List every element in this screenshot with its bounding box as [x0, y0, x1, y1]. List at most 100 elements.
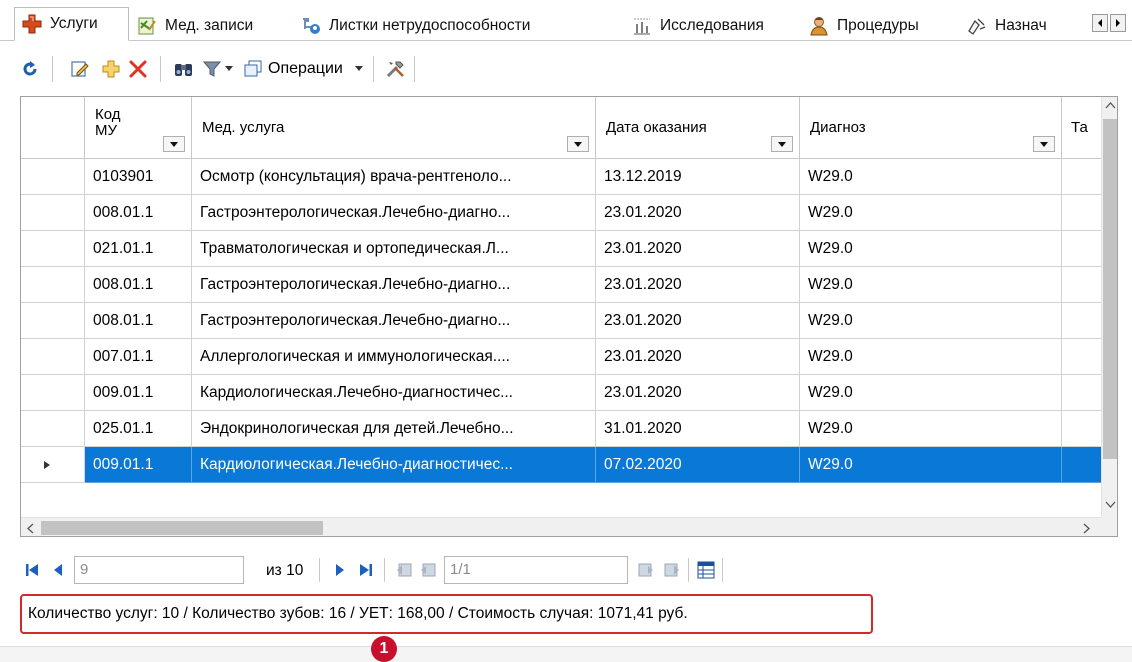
row-header[interactable] [21, 159, 85, 195]
search-button[interactable] [170, 55, 198, 83]
refresh-button[interactable] [16, 55, 44, 83]
cell-diagnosis[interactable]: W29.0 [800, 231, 1062, 267]
cell-code[interactable]: 021.01.1 [85, 231, 192, 267]
table-row[interactable]: 008.01.1 Гастроэнтерологическая.Лечебно-д… [21, 195, 1101, 231]
operations-menu-button[interactable]: Операции [244, 54, 363, 84]
last-record-button[interactable] [356, 558, 376, 582]
cell-date[interactable]: 23.01.2020 [596, 231, 800, 267]
column-header-code[interactable]: Код МУ [85, 97, 192, 159]
cell-service[interactable]: Эндокринологическая для детей.Лечебно... [192, 411, 596, 447]
cell-code[interactable]: 009.01.1 [85, 447, 192, 483]
table-view-button[interactable] [696, 558, 716, 582]
filter-dropdown-button[interactable] [1033, 136, 1055, 152]
cell-diagnosis[interactable]: W29.0 [800, 375, 1062, 411]
cell-next-column[interactable] [1062, 159, 1101, 195]
cell-date[interactable]: 07.02.2020 [596, 447, 800, 483]
table-row[interactable]: 025.01.1 Эндокринологическая для детей.Ле… [21, 411, 1101, 447]
column-header-diagnosis[interactable]: Диагноз [800, 97, 1062, 159]
cell-code[interactable]: 008.01.1 [85, 303, 192, 339]
cell-code[interactable]: 0103901 [85, 159, 192, 195]
cell-next-column[interactable] [1062, 447, 1101, 483]
table-row[interactable]: 007.01.1 Аллергологическая и иммунологиче… [21, 339, 1101, 375]
tab-procedures[interactable]: Процедуры [802, 12, 952, 40]
cell-code[interactable]: 025.01.1 [85, 411, 192, 447]
cell-code[interactable]: 009.01.1 [85, 375, 192, 411]
filter-dropdown-button[interactable] [771, 136, 793, 152]
cell-next-column[interactable] [1062, 195, 1101, 231]
table-row[interactable]: 008.01.1 Гастроэнтерологическая.Лечебно-д… [21, 303, 1101, 339]
cell-next-column[interactable] [1062, 231, 1101, 267]
cell-date[interactable]: 23.01.2020 [596, 375, 800, 411]
cell-service[interactable]: Гастроэнтерологическая.Лечебно-диагно... [192, 195, 596, 231]
cell-service[interactable]: Кардиологическая.Лечебно-диагностичес... [192, 375, 596, 411]
column-header-next[interactable]: Та [1062, 97, 1101, 159]
row-header[interactable] [21, 267, 85, 303]
row-header[interactable] [21, 231, 85, 267]
tab-services[interactable]: Услуги [14, 7, 129, 41]
cell-diagnosis[interactable]: W29.0 [800, 447, 1062, 483]
cell-diagnosis[interactable]: W29.0 [800, 411, 1062, 447]
column-header-date[interactable]: Дата оказания [596, 97, 800, 159]
vertical-scrollbar[interactable] [1101, 97, 1117, 517]
cell-date[interactable]: 13.12.2019 [596, 159, 800, 195]
cell-date[interactable]: 23.01.2020 [596, 303, 800, 339]
cell-date[interactable]: 23.01.2020 [596, 195, 800, 231]
delete-button[interactable] [124, 55, 152, 83]
tab-med-records[interactable]: Мед. записи [130, 12, 285, 40]
row-header[interactable] [21, 447, 85, 483]
filter-dropdown-button[interactable] [567, 136, 589, 152]
tab-prescriptions[interactable]: Назнач [960, 12, 1080, 40]
cell-service[interactable]: Кардиологическая.Лечебно-диагностичес... [192, 447, 596, 483]
table-row[interactable]: 009.01.1 Кардиологическая.Лечебно-диагнос… [21, 375, 1101, 411]
cell-next-column[interactable] [1062, 303, 1101, 339]
table-row[interactable]: 021.01.1 Травматологическая и ортопедичес… [21, 231, 1101, 267]
filter-dropdown-button[interactable] [163, 136, 185, 152]
table-row[interactable]: 008.01.1 Гастроэнтерологическая.Лечебно-д… [21, 267, 1101, 303]
tab-sick-leave[interactable]: Листки нетрудоспособности [294, 12, 617, 40]
cell-code[interactable]: 008.01.1 [85, 195, 192, 231]
row-header[interactable] [21, 339, 85, 375]
table-row[interactable]: 009.01.1 Кардиологическая.Лечебно-диагнос… [21, 447, 1101, 483]
cell-diagnosis[interactable]: W29.0 [800, 339, 1062, 375]
row-header[interactable] [21, 375, 85, 411]
cell-next-column[interactable] [1062, 267, 1101, 303]
cell-date[interactable]: 31.01.2020 [596, 411, 800, 447]
add-button[interactable] [97, 55, 125, 83]
previous-record-button[interactable] [48, 558, 68, 582]
first-record-button[interactable] [22, 558, 42, 582]
filter-dropdown-button[interactable] [221, 55, 237, 83]
cell-code[interactable]: 008.01.1 [85, 267, 192, 303]
cell-service[interactable]: Аллергологическая и иммунологическая.... [192, 339, 596, 375]
cell-diagnosis[interactable]: W29.0 [800, 303, 1062, 339]
refresh-icon [23, 61, 37, 76]
cell-diagnosis[interactable]: W29.0 [800, 195, 1062, 231]
horizontal-scroll-thumb[interactable] [41, 521, 323, 535]
cell-service[interactable]: Гастроэнтерологическая.Лечебно-диагно... [192, 303, 596, 339]
row-header[interactable] [21, 303, 85, 339]
current-record-input[interactable]: 9 [74, 556, 244, 584]
row-header[interactable] [21, 195, 85, 231]
edit-button[interactable] [66, 55, 94, 83]
tab-scroll-right-button[interactable] [1110, 14, 1126, 32]
cell-next-column[interactable] [1062, 375, 1101, 411]
next-record-button[interactable] [330, 558, 350, 582]
cell-next-column[interactable] [1062, 339, 1101, 375]
cell-date[interactable]: 23.01.2020 [596, 267, 800, 303]
cell-code[interactable]: 007.01.1 [85, 339, 192, 375]
cell-service[interactable]: Гастроэнтерологическая.Лечебно-диагно... [192, 267, 596, 303]
cell-diagnosis[interactable]: W29.0 [800, 159, 1062, 195]
table-row[interactable]: 0103901 Осмотр (консультация) врача-рентг… [21, 159, 1101, 195]
cell-service[interactable]: Осмотр (консультация) врача-рентгеноло..… [192, 159, 596, 195]
cell-date[interactable]: 23.01.2020 [596, 339, 800, 375]
horizontal-scrollbar[interactable] [21, 517, 1101, 536]
column-header-service[interactable]: Мед. услуга [192, 97, 596, 159]
cell-service[interactable]: Травматологическая и ортопедическая.Л... [192, 231, 596, 267]
tools-button[interactable] [382, 55, 410, 83]
tab-research[interactable]: Исследования [625, 12, 797, 40]
tab-scroll-left-button[interactable] [1092, 14, 1108, 32]
page-box[interactable]: 1/1 [444, 556, 628, 584]
row-header[interactable] [21, 411, 85, 447]
vertical-scroll-thumb[interactable] [1103, 119, 1117, 459]
cell-diagnosis[interactable]: W29.0 [800, 267, 1062, 303]
cell-next-column[interactable] [1062, 411, 1101, 447]
